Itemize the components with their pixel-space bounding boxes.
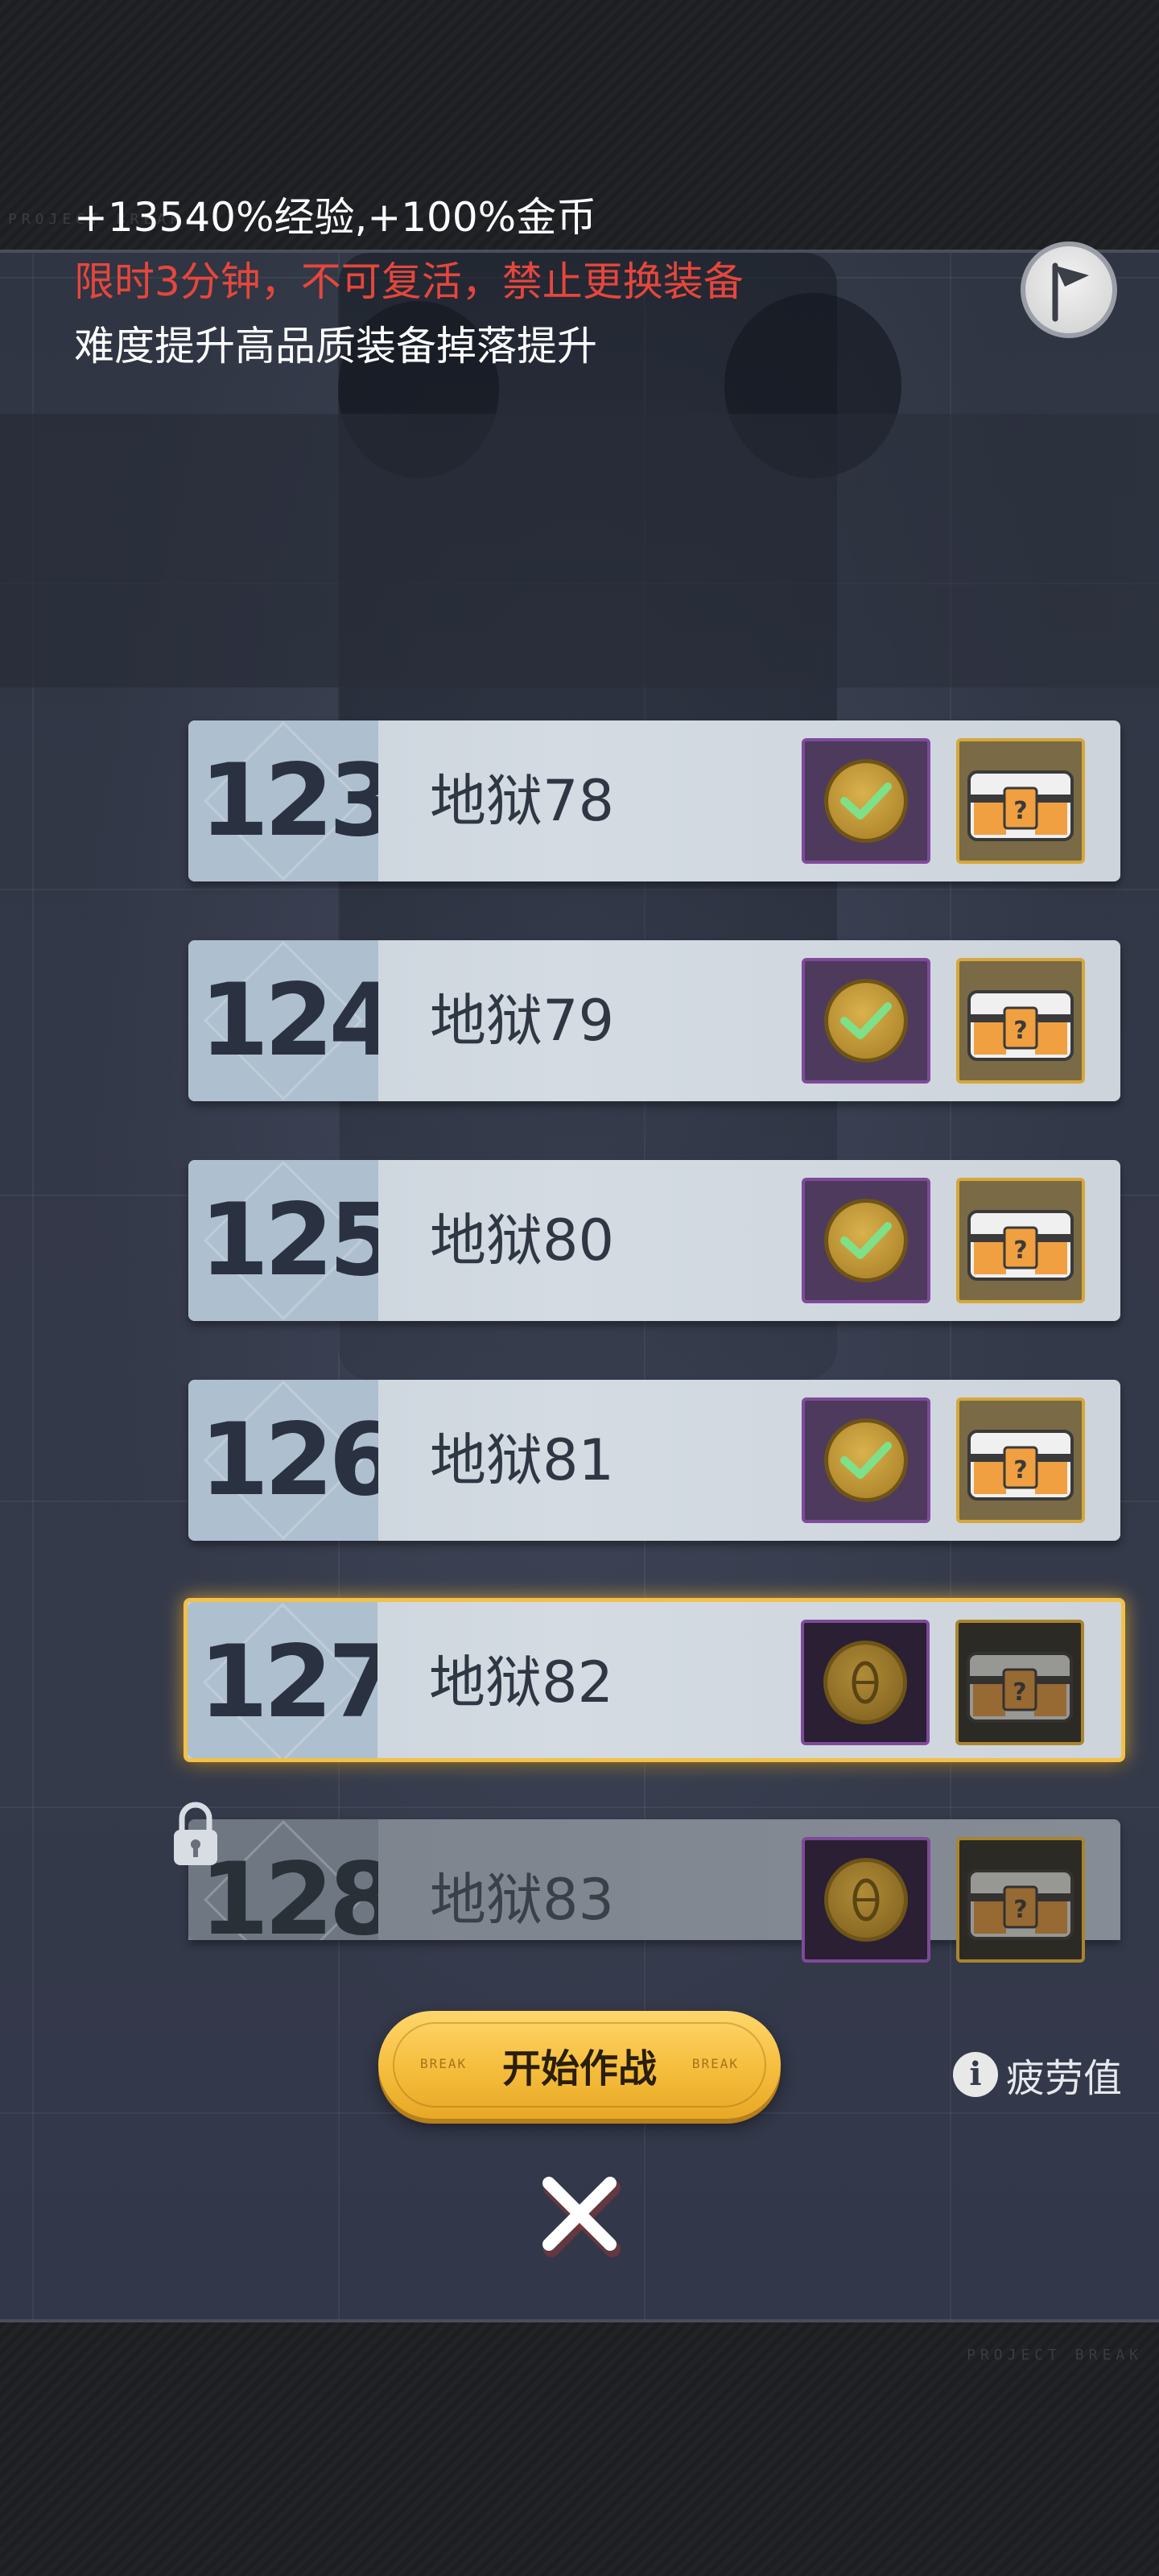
level-row-126[interactable]: 126 地狱81 ? <box>188 1380 1120 1541</box>
level-number: 128 <box>200 1842 378 1940</box>
svg-text:?: ? <box>1013 1456 1027 1484</box>
treasure-chest-icon: ? <box>967 1210 1074 1281</box>
level-number: 126 <box>200 1402 378 1518</box>
check-icon <box>840 1222 892 1259</box>
level-name: 地狱82 <box>429 1649 614 1715</box>
level-number-cell: 126 <box>188 1380 378 1541</box>
check-icon <box>840 1442 892 1479</box>
info-band <box>0 414 1159 687</box>
svg-text:?: ? <box>1013 1896 1027 1924</box>
fatigue-info-button[interactable]: i 疲劳值 <box>953 2046 1122 2103</box>
flag-icon <box>1052 262 1089 322</box>
level-name: 地狱83 <box>430 1867 615 1933</box>
coin-emblem-icon <box>852 1878 880 1922</box>
completion-badge[interactable] <box>802 1397 930 1523</box>
coin-emblem-icon <box>852 1661 879 1704</box>
reward-chest-badge[interactable]: ? <box>956 1397 1085 1523</box>
check-icon <box>840 1002 892 1039</box>
level-number: 127 <box>199 1624 377 1740</box>
treasure-chest-icon: ? <box>967 990 1074 1061</box>
level-row-125[interactable]: 125 地狱80 ? <box>188 1160 1120 1321</box>
svg-text:?: ? <box>1013 1017 1027 1045</box>
coin-icon <box>824 1858 908 1942</box>
completion-badge[interactable] <box>802 738 930 864</box>
level-row-124[interactable]: 124 地狱79 ? <box>188 940 1120 1101</box>
svg-text:?: ? <box>1013 1678 1026 1707</box>
level-number: 123 <box>200 743 378 859</box>
bottom-decor-tag: PROJECT BREAK <box>967 2347 1143 2363</box>
level-row-128-locked: 128 地狱83 ? <box>188 1819 1120 1963</box>
lock-icon <box>174 1802 217 1865</box>
reward-chest-badge: ? <box>956 1837 1085 1963</box>
level-number-cell: 127 <box>188 1602 377 1758</box>
flag-button[interactable] <box>1021 242 1117 338</box>
reward-chest-badge[interactable]: ? <box>956 1178 1085 1303</box>
coin-icon <box>824 1418 908 1502</box>
svg-text:?: ? <box>1013 1236 1027 1265</box>
start-deco-right: BREAK <box>691 2056 739 2071</box>
coin-icon <box>824 979 908 1063</box>
level-number-cell: 125 <box>188 1160 378 1321</box>
coin-icon <box>824 1199 908 1282</box>
completion-badge[interactable] <box>801 1620 930 1745</box>
difficulty-note: 难度提升高品质装备掉落提升 <box>74 323 597 369</box>
reward-chest-badge[interactable]: ? <box>956 738 1085 864</box>
level-row-127-current[interactable]: 127 地狱82 ? <box>184 1598 1125 1762</box>
svg-text:?: ? <box>1013 797 1027 825</box>
completion-badge[interactable] <box>802 1178 930 1303</box>
fatigue-label: 疲劳值 <box>1006 2056 1123 2101</box>
coin-icon <box>824 759 908 843</box>
start-battle-label: 开始作战 <box>501 2046 657 2091</box>
treasure-chest-icon: ? <box>967 1869 1074 1940</box>
level-row-123[interactable]: 123 地狱78 ? <box>188 720 1120 881</box>
treasure-chest-icon: ? <box>967 770 1074 841</box>
level-number-cell: 124 <box>188 940 378 1101</box>
bonus-text: +13540%经验,+100%金币 <box>74 194 597 241</box>
level-number-cell: 123 <box>188 720 378 881</box>
reward-chest-badge[interactable]: ? <box>956 958 1085 1084</box>
reward-chest-badge[interactable]: ? <box>955 1620 1084 1745</box>
level-name: 地狱81 <box>430 1427 615 1493</box>
coin-icon <box>823 1641 907 1724</box>
treasure-chest-icon: ? <box>967 1652 1073 1723</box>
level-name: 地狱78 <box>430 768 615 834</box>
level-number: 124 <box>200 963 378 1079</box>
completion-badge <box>802 1837 930 1963</box>
close-icon[interactable] <box>531 2165 628 2262</box>
completion-badge[interactable] <box>802 958 930 1084</box>
info-icon: i <box>953 2052 998 2097</box>
start-deco-left: BREAK <box>420 2056 468 2071</box>
warning-text: 限时3分钟，不可复活，禁止更换装备 <box>74 258 744 305</box>
level-number: 125 <box>200 1183 378 1298</box>
bottom-border: PROJECT BREAK <box>0 2322 1159 2576</box>
start-battle-button[interactable]: BREAK BREAK 开始作战 <box>378 2011 781 2119</box>
level-name: 地狱79 <box>430 988 615 1054</box>
check-icon <box>840 782 892 819</box>
treasure-chest-icon: ? <box>967 1430 1074 1501</box>
level-name: 地狱80 <box>430 1208 615 1274</box>
